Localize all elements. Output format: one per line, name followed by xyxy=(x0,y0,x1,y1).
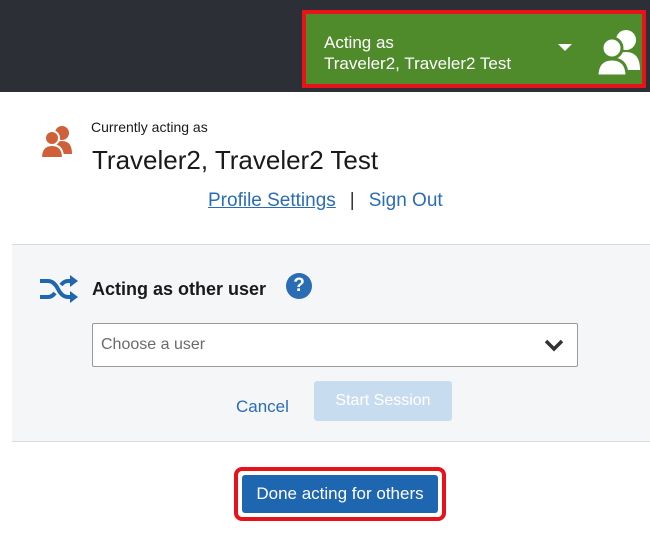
sign-out-link[interactable]: Sign Out xyxy=(369,190,443,211)
acting-as-label: Acting as xyxy=(324,33,394,52)
caret-down-icon xyxy=(558,44,572,51)
divider xyxy=(12,441,650,442)
acting-as-other-title: Acting as other user xyxy=(92,279,267,299)
currently-acting-label: Currently acting as xyxy=(91,119,208,135)
current-user-section: Currently acting as Traveler2, Traveler2… xyxy=(12,92,650,244)
acting-as-name: Traveler2, Traveler2 Test xyxy=(324,54,512,73)
shuffle-icon xyxy=(40,275,78,303)
current-user-name: Traveler2, Traveler2 Test xyxy=(92,145,379,175)
choose-user-placeholder: Choose a user xyxy=(101,336,206,353)
start-session-button[interactable]: Start Session xyxy=(314,381,452,421)
users-icon xyxy=(595,30,640,78)
profile-settings-link[interactable]: Profile Settings xyxy=(208,190,336,211)
cancel-button[interactable]: Cancel xyxy=(236,397,289,417)
act-as-other-section: Acting as other user ? Choose a user Can… xyxy=(12,245,650,441)
done-acting-button[interactable]: Done acting for others xyxy=(242,475,438,513)
choose-user-select[interactable]: Choose a user xyxy=(92,323,578,367)
account-links: Profile Settings | Sign Out xyxy=(208,190,443,212)
top-bar: Acting as Traveler2, Traveler2 Test xyxy=(0,0,650,92)
acting-as-text: Acting as Traveler2, Traveler2 Test xyxy=(324,32,511,74)
help-icon[interactable]: ? xyxy=(286,273,312,299)
acting-as-dropdown-panel: Currently acting as Traveler2, Traveler2… xyxy=(12,92,650,541)
done-acting-highlight: Done acting for others xyxy=(234,467,446,521)
chevron-down-icon xyxy=(544,339,564,352)
acting-as-menu[interactable]: Acting as Traveler2, Traveler2 Test xyxy=(302,10,646,88)
link-separator: | xyxy=(349,190,355,211)
users-icon xyxy=(40,126,72,158)
